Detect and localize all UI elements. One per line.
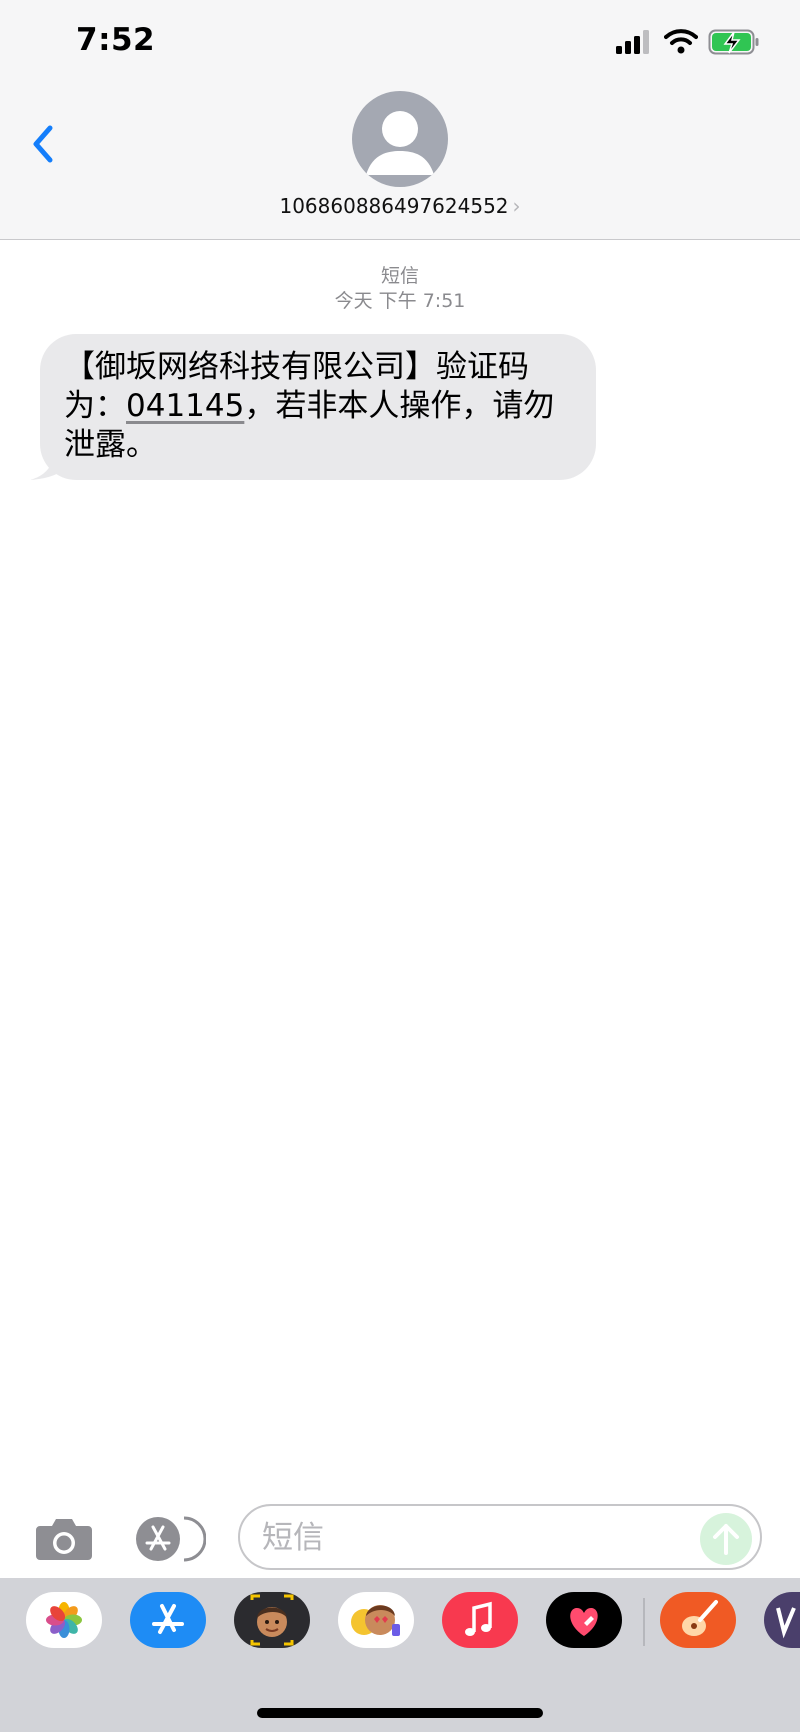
app-store-icon [136, 1516, 207, 1562]
chevron-right-icon: › [512, 194, 521, 218]
garageband-icon[interactable] [660, 1592, 736, 1648]
camera-button[interactable] [34, 1514, 94, 1562]
message-timestamp: 今天 下午 7:51 [334, 290, 466, 312]
message-line-2: 为：041145，若非本人操作，请勿 [64, 387, 570, 426]
app-store-app-icon[interactable] [130, 1592, 206, 1648]
incoming-message[interactable]: 【御坂网络科技有限公司】验证码 为：041145，若非本人操作，请勿 泄露。 [30, 334, 600, 482]
message-input-field[interactable] [238, 1504, 762, 1570]
arrow-up-icon [713, 1524, 739, 1555]
message-prefix: 为： [64, 388, 126, 424]
send-button[interactable] [700, 1513, 752, 1565]
message-meta: 短信 今天 下午 7:51 [0, 264, 800, 314]
memoji-icon[interactable] [234, 1592, 310, 1648]
photos-icon[interactable] [26, 1592, 102, 1648]
status-bar: 7:52 [0, 0, 800, 90]
status-time: 7:52 [76, 22, 156, 58]
home-indicator [257, 1708, 543, 1718]
back-button[interactable] [24, 114, 64, 174]
contact-name-button[interactable]: 106860886497624552 › [0, 194, 800, 218]
service-label: 短信 [380, 265, 419, 287]
message-line-1: 【御坂网络科技有限公司】验证码 [64, 349, 529, 385]
verification-code-link[interactable]: 041145 [126, 388, 244, 424]
camera-icon [36, 1519, 92, 1560]
message-suffix: ，若非本人操作，请勿 [244, 388, 555, 424]
wifi-icon [664, 29, 698, 54]
message-input[interactable] [262, 1516, 682, 1560]
imessage-app-drawer [0, 1578, 800, 1732]
digital-touch-icon[interactable] [546, 1592, 622, 1648]
animoji-stickers-icon[interactable] [338, 1592, 414, 1648]
chevron-left-icon [33, 125, 53, 163]
conversation-header: 106860886497624552 › [0, 90, 800, 240]
drawer-divider [643, 1598, 645, 1646]
music-icon[interactable] [442, 1592, 518, 1648]
app-drawer-button[interactable] [134, 1516, 207, 1562]
message-bubble: 【御坂网络科技有限公司】验证码 为：041145，若非本人操作，请勿 泄露。 [40, 334, 596, 480]
contact-avatar[interactable] [352, 91, 448, 187]
person-icon [366, 111, 434, 175]
partial-app-icon[interactable] [764, 1592, 800, 1648]
cellular-signal-icon [616, 30, 649, 54]
contact-name: 106860886497624552 [279, 194, 509, 218]
message-line-3: 泄露。 [64, 427, 157, 463]
battery-charging-icon [708, 29, 759, 55]
